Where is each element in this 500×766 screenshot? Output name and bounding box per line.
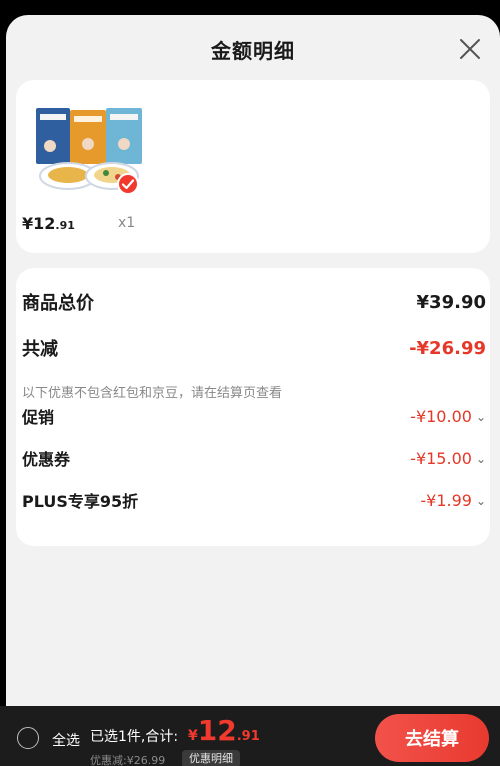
product-card <box>16 80 490 253</box>
select-all-label[interactable]: 全选 <box>52 730 80 750</box>
promotion-row[interactable]: 促销 -¥10.00 ⌄ <box>22 403 486 429</box>
total-price-label: 商品总价 <box>22 293 94 314</box>
total-reduce-label: 共减 <box>22 339 58 360</box>
chevron-down-icon: ⌄ <box>475 410 486 424</box>
coupon-row[interactable]: 优惠券 -¥15.00 ⌄ <box>22 445 486 471</box>
close-button[interactable] <box>456 35 484 63</box>
chevron-down-icon: ⌄ <box>475 452 486 466</box>
discount-note: 以下优惠不包含红包和京豆，请在结算页查看 <box>22 386 283 401</box>
select-all-radio[interactable] <box>17 727 39 749</box>
promotion-label: 促销 <box>22 408 55 427</box>
close-icon <box>460 39 480 59</box>
selected-check-badge[interactable] <box>117 173 139 195</box>
total-price-value: ¥39.90 <box>416 291 486 313</box>
coupon-value: -¥15.00 ⌄ <box>410 448 486 468</box>
check-icon <box>121 179 135 190</box>
plus-discount-value: -¥1.99 ⌄ <box>420 490 486 510</box>
plus-discount-label: PLUS专享95折 <box>22 492 139 511</box>
discount-summary: 优惠减:¥26.99 <box>90 754 166 766</box>
total-reduce-row: 共减 -¥26.99 <box>22 335 486 361</box>
selected-count-text: 已选1件,合计: <box>90 729 179 745</box>
total-price-row: 商品总价 ¥39.90 <box>22 289 486 315</box>
plus-discount-row[interactable]: PLUS专享95折 -¥1.99 ⌄ <box>22 487 486 513</box>
product-quantity: x1 <box>118 215 136 231</box>
order-total: ¥12.91 <box>188 714 260 747</box>
checkout-button[interactable]: 去结算 <box>375 714 489 762</box>
amount-detail-sheet: 金额明细 ¥12.91 x1 商品总价 ¥39.90 共减 -¥26.99 以下… <box>6 15 500 766</box>
product-price: ¥12.91 <box>22 214 75 233</box>
sheet-header: 金额明细 <box>6 15 500 80</box>
coupon-label: 优惠券 <box>22 450 71 469</box>
total-reduce-value: -¥26.99 <box>409 337 486 359</box>
promotion-value: -¥10.00 ⌄ <box>410 406 486 426</box>
chevron-down-icon: ⌄ <box>475 494 486 508</box>
discount-detail-button[interactable]: 优惠明细 <box>182 750 240 766</box>
sheet-title: 金额明细 <box>211 39 295 63</box>
